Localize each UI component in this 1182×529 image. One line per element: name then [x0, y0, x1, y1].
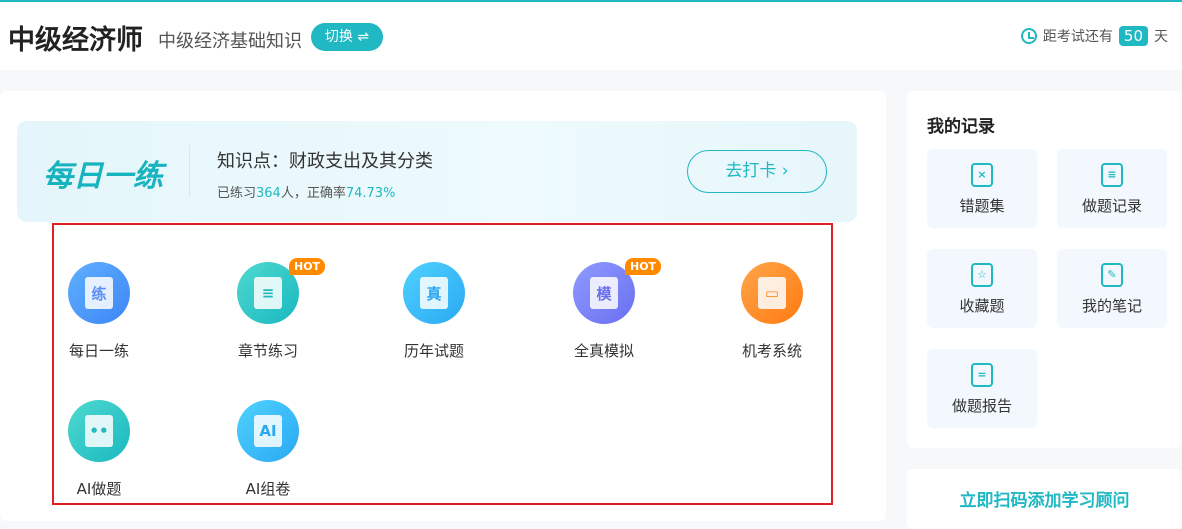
function-icon: 练 [68, 262, 130, 324]
function-label: 历年试题 [403, 342, 464, 360]
record-3[interactable]: ✎ 我的笔记 [1057, 249, 1167, 328]
advisor-panel: 立即扫码添加学习顾问 [907, 469, 1182, 529]
countdown-days: 50 [1118, 26, 1148, 46]
function-icon: 真 [403, 262, 465, 324]
function-label: 全真模拟 [573, 342, 634, 360]
header: 中级经济师 中级经济基础知识 切换 ⇌ 距考试还有 50 天 [0, 2, 1182, 70]
record-1[interactable]: ≡ 做题记录 [1057, 149, 1167, 228]
function-5[interactable]: •• AI做题 [44, 400, 154, 499]
subject-title: 中级经济基础知识 [158, 31, 302, 52]
function-4[interactable]: ▭ 机考系统 [717, 262, 827, 361]
countdown-prefix: 距考试还有 [1042, 29, 1113, 45]
main-panel: 每日一练 知识点：财政支出及其分类 已练习364人，正确率74.73% 去打卡 … [0, 91, 886, 521]
record-label: 错题集 [959, 197, 1005, 215]
record-icon: ✎ [1101, 263, 1123, 287]
record-0[interactable]: × 错题集 [927, 149, 1037, 228]
brand-title: 中级经济师 [8, 25, 143, 56]
record-icon: ≡ [1101, 163, 1123, 187]
function-3[interactable]: 模 HOT 全真模拟 [549, 258, 662, 361]
record-icon: × [971, 163, 993, 187]
function-6[interactable]: AI AI组卷 [213, 400, 323, 499]
function-label: 机考系统 [741, 342, 802, 360]
stats-prefix: 已练习 [217, 186, 257, 201]
function-icon: •• [68, 400, 130, 462]
switch-subject-button[interactable]: 切换 ⇌ [311, 23, 383, 51]
record-label: 做题记录 [1081, 197, 1142, 215]
function-label: AI组卷 [245, 480, 291, 498]
practice-stats: 已练习364人，正确率74.73% [217, 182, 395, 201]
exam-countdown: 距考试还有 50 天 [1020, 26, 1168, 46]
daily-practice-logo: 每日一练 [43, 159, 163, 194]
record-label: 我的笔记 [1081, 297, 1142, 315]
record-label: 做题报告 [951, 397, 1012, 415]
record-label: 收藏题 [959, 297, 1005, 315]
record-4[interactable]: = 做题报告 [927, 349, 1037, 428]
function-0[interactable]: 练每日一练 [44, 262, 154, 361]
countdown-suffix: 天 [1154, 29, 1168, 45]
record-2[interactable]: ☆ 收藏题 [927, 249, 1037, 328]
function-label: 每日一练 [68, 342, 129, 360]
accuracy-rate: 74.73% [345, 186, 396, 201]
function-label: 章节练习 [237, 342, 298, 360]
function-2[interactable]: 真历年试题 [379, 262, 489, 361]
function-icon: ▭ [741, 262, 803, 324]
my-records-panel: 我的记录 × 错题集 ≡ 做题记录 ☆ 收藏题 ✎ 我的笔记 = 做题报告 [907, 91, 1182, 448]
record-icon: ☆ [971, 263, 993, 287]
add-advisor-link[interactable]: 立即扫码添加学习顾问 [907, 486, 1182, 511]
divider [189, 145, 190, 197]
clock-icon [1020, 28, 1037, 44]
record-icon: = [971, 363, 993, 387]
daily-practice-banner: 每日一练 知识点：财政支出及其分类 已练习364人，正确率74.73% 去打卡 … [17, 121, 857, 222]
hot-badge: HOT [289, 258, 326, 275]
hot-badge: HOT [625, 258, 662, 275]
practiced-count: 364 [256, 186, 281, 201]
function-1[interactable]: ≡ HOT 章节练习 [213, 258, 326, 361]
function-label: AI做题 [76, 480, 122, 498]
checkin-button[interactable]: 去打卡 › [687, 150, 827, 193]
function-icon: AI [237, 400, 299, 462]
stats-mid: 人，正确率 [280, 186, 346, 201]
my-records-title: 我的记录 [927, 117, 995, 137]
knowledge-point: 知识点：财政支出及其分类 [217, 151, 433, 172]
